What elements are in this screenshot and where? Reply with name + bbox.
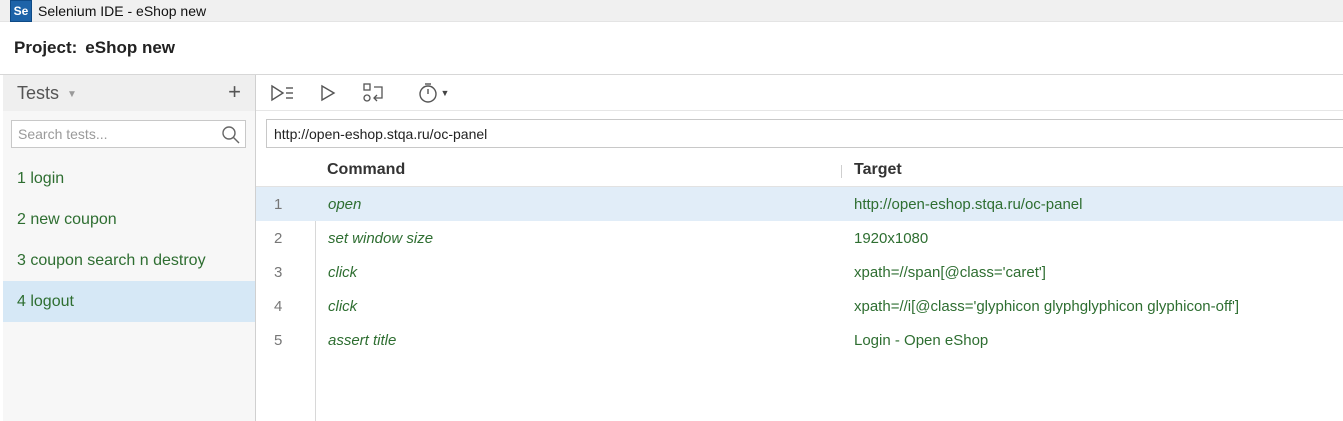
test-editor: ▼ Command Target 1 open http://open-esho… [256,75,1343,421]
table-row[interactable]: 2 set window size 1920x1080 [256,221,1343,255]
run-current-test-button[interactable] [316,81,340,105]
test-list: 1 login 2 new coupon 3 coupon search n d… [3,158,255,322]
speed-dropdown[interactable]: ▼ [440,81,450,105]
test-item-new-coupon[interactable]: 2 new coupon [3,199,255,240]
step-over-button[interactable] [362,81,386,105]
run-all-tests-button[interactable] [270,81,294,105]
row-target: xpath=//span[@class='caret'] [854,263,1046,281]
project-label: Project: [14,38,78,57]
column-header-target: Target [854,161,902,178]
row-target: http://open-eshop.stqa.ru/oc-panel [854,195,1083,213]
row-number: 2 [274,229,283,247]
url-row [256,111,1343,148]
toolbar: ▼ [256,75,1343,111]
caret-down-icon[interactable]: ▼ [67,89,77,100]
row-target: Login - Open eShop [854,331,989,349]
table-row[interactable]: 4 click xpath=//i[@class='glyphicon glyp… [256,289,1343,323]
column-divider[interactable] [841,165,842,178]
run-icon [321,84,336,101]
base-url-input[interactable] [266,119,1343,148]
table-header: Command Target [256,154,1343,187]
row-command: set window size [328,229,434,247]
step-icon [363,82,383,102]
project-header: Project: eShop new [0,22,1343,75]
project-name[interactable]: eShop new [85,38,175,58]
test-item-login[interactable]: 1 login [3,158,255,199]
row-command: click [328,263,358,281]
row-number: 3 [274,263,283,281]
table-row[interactable]: 1 open http://open-eshop.stqa.ru/oc-pane… [256,187,1343,221]
add-test-button[interactable]: + [228,79,241,105]
test-speed-button[interactable] [416,81,440,105]
window-title-bar: Se Selenium IDE - eShop new [0,0,1343,22]
row-number: 1 [274,195,283,213]
selenium-logo-icon: Se [10,0,32,22]
row-target: xpath=//i[@class='glyphicon glyphglyphic… [854,297,1240,315]
row-number: 4 [274,297,283,315]
column-header-command: Command [327,161,406,178]
table-row[interactable]: 3 click xpath=//span[@class='caret'] [256,255,1343,289]
tests-sidebar: Tests ▼ + 1 login 2 new coupon 3 coupon … [3,75,256,421]
row-target: 1920x1080 [854,229,929,247]
run-all-icon [271,84,293,101]
row-command: click [328,297,358,315]
command-table: Command Target 1 open http://open-eshop.… [256,154,1343,421]
window-title: Selenium IDE - eShop new [38,2,207,19]
table-row[interactable]: 5 assert title Login - Open eShop [256,323,1343,357]
search-tests-input[interactable] [12,121,245,147]
stopwatch-icon [419,82,437,103]
tests-dropdown-label[interactable]: Tests [17,83,59,104]
search-icon [222,126,240,144]
row-number: 5 [274,331,283,349]
row-command: assert title [328,331,397,349]
caret-down-icon: ▼ [440,87,450,98]
test-item-coupon-search[interactable]: 3 coupon search n destroy [3,240,255,281]
sidebar-header: Tests ▼ + [3,75,255,111]
row-command: open [328,195,362,213]
test-item-logout[interactable]: 4 logout [3,281,255,322]
search-box [11,120,246,148]
